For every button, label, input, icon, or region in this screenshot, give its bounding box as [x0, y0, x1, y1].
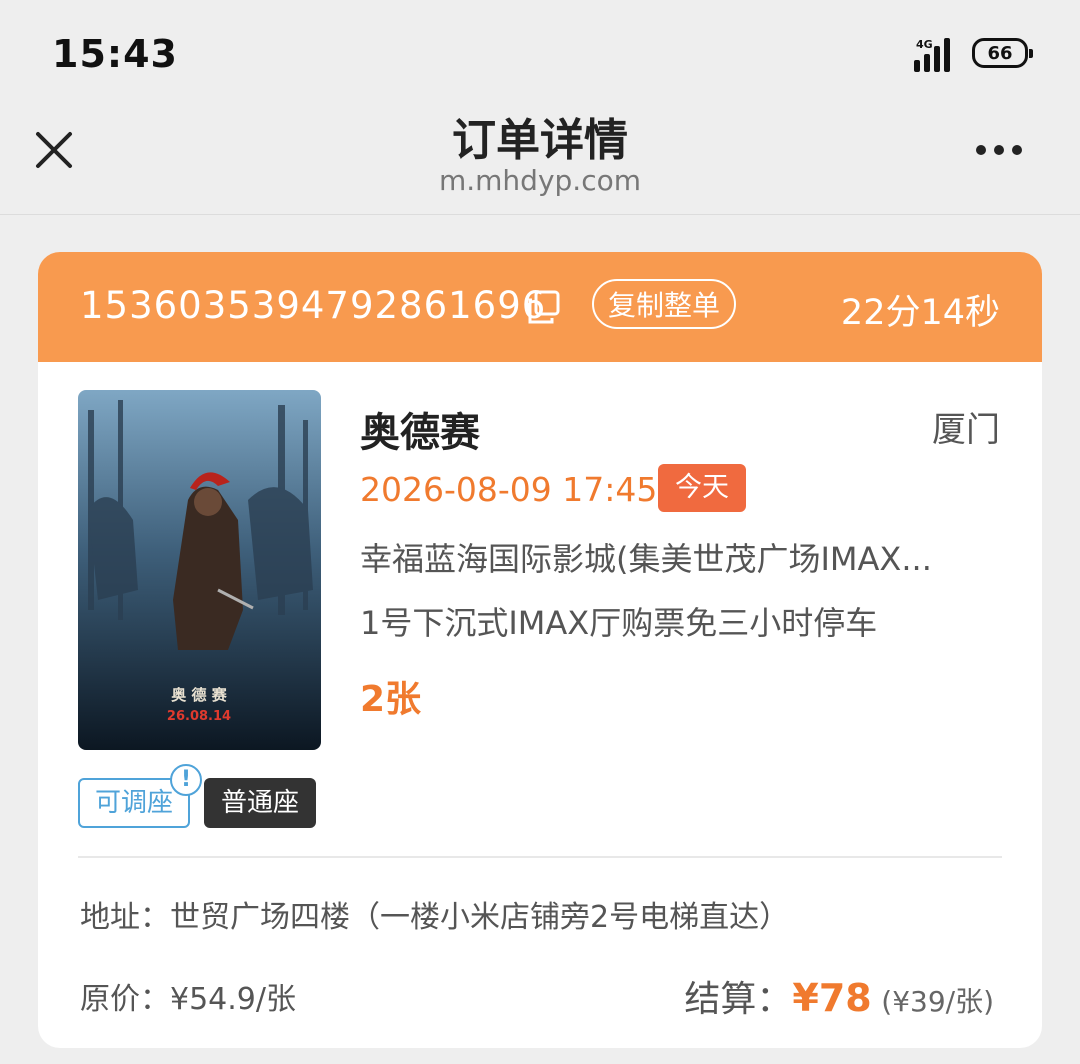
page-url: m.mhdyp.com — [438, 164, 641, 197]
seat-type-tag: 普通座 — [204, 778, 316, 828]
status-bar: 15:43 4G 66 — [0, 0, 1080, 100]
copy-all-button[interactable]: 复制整单 — [592, 279, 736, 329]
status-time: 15:43 — [52, 32, 178, 76]
order-header: 1536035394792861696 复制整单 22分14秒 — [38, 252, 1042, 362]
hall-info: 1号下沉式IMAX厅购票免三小时停车 — [360, 604, 878, 642]
settle-amount: ¥78 — [792, 976, 872, 1020]
movie-title: 奥德赛 — [360, 410, 480, 456]
cinema-name: 幸福蓝海国际影城(集美世茂广场IMAX... — [360, 540, 932, 578]
poster-date: 26.08.14 — [167, 709, 231, 724]
order-card: 1536035394792861696 复制整单 22分14秒 奥 德 赛 26… — [38, 252, 1042, 1048]
showtime: 2026-08-09 17:45 — [360, 470, 658, 509]
info-icon[interactable]: ! — [170, 764, 202, 796]
copy-icon[interactable] — [526, 290, 562, 326]
page-title: 订单详情 — [452, 115, 628, 166]
settlement-price: 结算：¥78 (¥39/张) — [684, 970, 994, 1022]
signal-icon — [914, 36, 964, 72]
cinema-address: 地址：世贸广场四楼（一楼小米店铺旁2号电梯直达） — [80, 900, 790, 935]
order-number: 1536035394792861696 — [80, 284, 547, 327]
poster-title: 奥 德 赛 — [171, 686, 227, 704]
divider — [78, 856, 1002, 858]
ticket-count: 2张 — [360, 679, 422, 720]
battery-level: 66 — [987, 42, 1013, 64]
city-label: 厦门 — [932, 410, 1000, 450]
movie-poster[interactable]: 奥 德 赛 26.08.14 — [78, 390, 321, 750]
more-options-icon[interactable] — [976, 140, 1036, 160]
payment-countdown: 22分14秒 — [840, 293, 1000, 333]
today-badge: 今天 — [658, 464, 746, 512]
original-price: 原价：¥54.9/张 — [80, 982, 296, 1017]
settle-label: 结算： — [684, 979, 793, 1020]
per-ticket-price: (¥39/张) — [881, 985, 994, 1018]
battery-icon: 66 — [972, 38, 1033, 68]
nav-header: 订单详情 m.mhdyp.com — [0, 100, 1080, 215]
